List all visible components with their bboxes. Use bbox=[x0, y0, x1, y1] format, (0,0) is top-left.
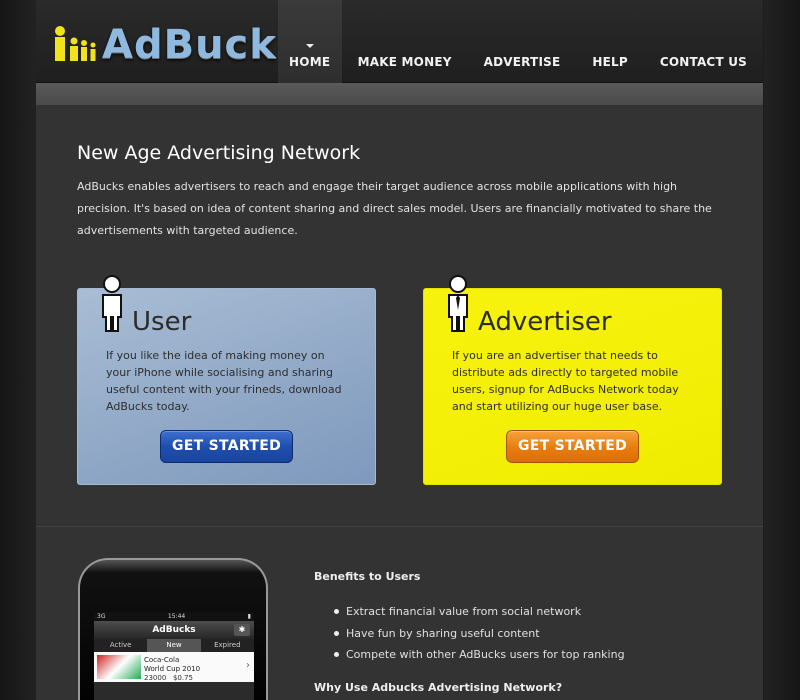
nav-home-label: HOME bbox=[289, 55, 331, 69]
bluetooth-icon: ✱ bbox=[234, 624, 250, 636]
main-nav: HOME MAKE MONEY ADVERTISE HELP CONTACT U… bbox=[277, 0, 763, 83]
phone-carrier: 3G bbox=[97, 613, 106, 620]
intro-body: AdBucks enables advertisers to reach and… bbox=[77, 180, 712, 237]
benefit-item: Extract financial value from social netw… bbox=[334, 601, 734, 623]
phone-item-title-1: Coca-Cola bbox=[144, 656, 180, 664]
nav-help-label: HELP bbox=[592, 55, 628, 69]
user-person-icon bbox=[102, 275, 122, 332]
phone-screen: 3G 15:44 ▮ AdBucks ✱ Active New Expired … bbox=[94, 612, 254, 700]
active-caret-icon bbox=[305, 44, 314, 48]
nav-help[interactable]: HELP bbox=[576, 0, 643, 83]
benefits-title: Benefits to Users bbox=[314, 570, 421, 583]
nav-make-money-label: MAKE MONEY bbox=[357, 55, 452, 69]
phone-item-title-2: World Cup 2010 bbox=[144, 665, 201, 673]
site-header: AdBuck $ HOME MAKE MONEY ADVERTISE HELP … bbox=[36, 0, 763, 83]
nav-advertise-label: ADVERTISE bbox=[483, 55, 561, 69]
phone-item-meta: 23000 $0.75 bbox=[144, 674, 254, 683]
phone-status-bar: 3G 15:44 ▮ bbox=[94, 612, 254, 621]
user-card-body: If you like the idea of making money on … bbox=[106, 349, 342, 413]
benefit-item: Compete with other AdBucks users for top… bbox=[334, 644, 734, 666]
user-card: User If you like the idea of making mone… bbox=[77, 275, 376, 485]
phone-time: 15:44 bbox=[167, 613, 186, 620]
nav-advertise[interactable]: ADVERTISE bbox=[468, 0, 577, 83]
phone-app-titlebar: AdBucks ✱ bbox=[94, 621, 254, 639]
benefit-item: Have fun by sharing useful content bbox=[334, 623, 734, 645]
user-get-started-button[interactable]: GET STARTED bbox=[160, 430, 293, 463]
benefits-list: Extract financial value from social netw… bbox=[314, 601, 734, 666]
phone-tab-active: Active bbox=[109, 641, 132, 649]
nav-contact-us-label: CONTACT US bbox=[659, 55, 747, 69]
nav-make-money[interactable]: MAKE MONEY bbox=[342, 0, 468, 83]
page-gutter-left bbox=[0, 0, 36, 700]
phone-tabs: Active New Expired bbox=[94, 639, 254, 652]
section-divider bbox=[36, 526, 763, 527]
header-subbar bbox=[36, 83, 763, 105]
phone-app-title: AdBucks bbox=[152, 625, 196, 635]
chevron-right-icon: › bbox=[246, 660, 250, 671]
page-gutter-right bbox=[764, 0, 800, 700]
advertiser-card-body: If you are an advertiser that needs to d… bbox=[452, 349, 679, 413]
advertiser-person-icon bbox=[448, 275, 468, 332]
iphone-mockup: 3G 15:44 ▮ AdBucks ✱ Active New Expired … bbox=[78, 558, 268, 700]
phone-item-thumbnail bbox=[97, 655, 141, 679]
phone-list-item: Coca-Cola World Cup 2010 23000 $0.75 › bbox=[94, 652, 254, 682]
nav-contact-us[interactable]: CONTACT US bbox=[644, 0, 763, 83]
advertiser-card: Advertiser If you are an advertiser that… bbox=[423, 275, 722, 485]
advertiser-get-started-button[interactable]: GET STARTED bbox=[506, 430, 639, 463]
advertiser-card-title: Advertiser bbox=[478, 307, 612, 337]
user-card-title: User bbox=[132, 307, 192, 337]
phone-item-price: $0.75 bbox=[172, 674, 194, 682]
why-use-title: Why Use Adbucks Advertising Network? bbox=[314, 681, 563, 694]
phone-tab-expired: Expired bbox=[214, 641, 241, 649]
site-logo[interactable]: AdBuck $ bbox=[52, 20, 305, 70]
page-wrapper: AdBuck $ HOME MAKE MONEY ADVERTISE HELP … bbox=[36, 0, 763, 700]
people-logo-icon bbox=[52, 25, 100, 65]
battery-icon: ▮ bbox=[247, 613, 251, 620]
phone-item-count: 23000 bbox=[144, 674, 167, 682]
benefits-section: Benefits to Users Extract financial valu… bbox=[314, 570, 734, 666]
phone-tab-new: New bbox=[147, 639, 201, 652]
intro-title: New Age Advertising Network bbox=[77, 142, 361, 164]
intro-section: New Age Advertising Network AdBucks enab… bbox=[77, 142, 717, 242]
logo-wordmark: AdBuck bbox=[102, 22, 277, 68]
nav-home[interactable]: HOME bbox=[277, 0, 342, 83]
